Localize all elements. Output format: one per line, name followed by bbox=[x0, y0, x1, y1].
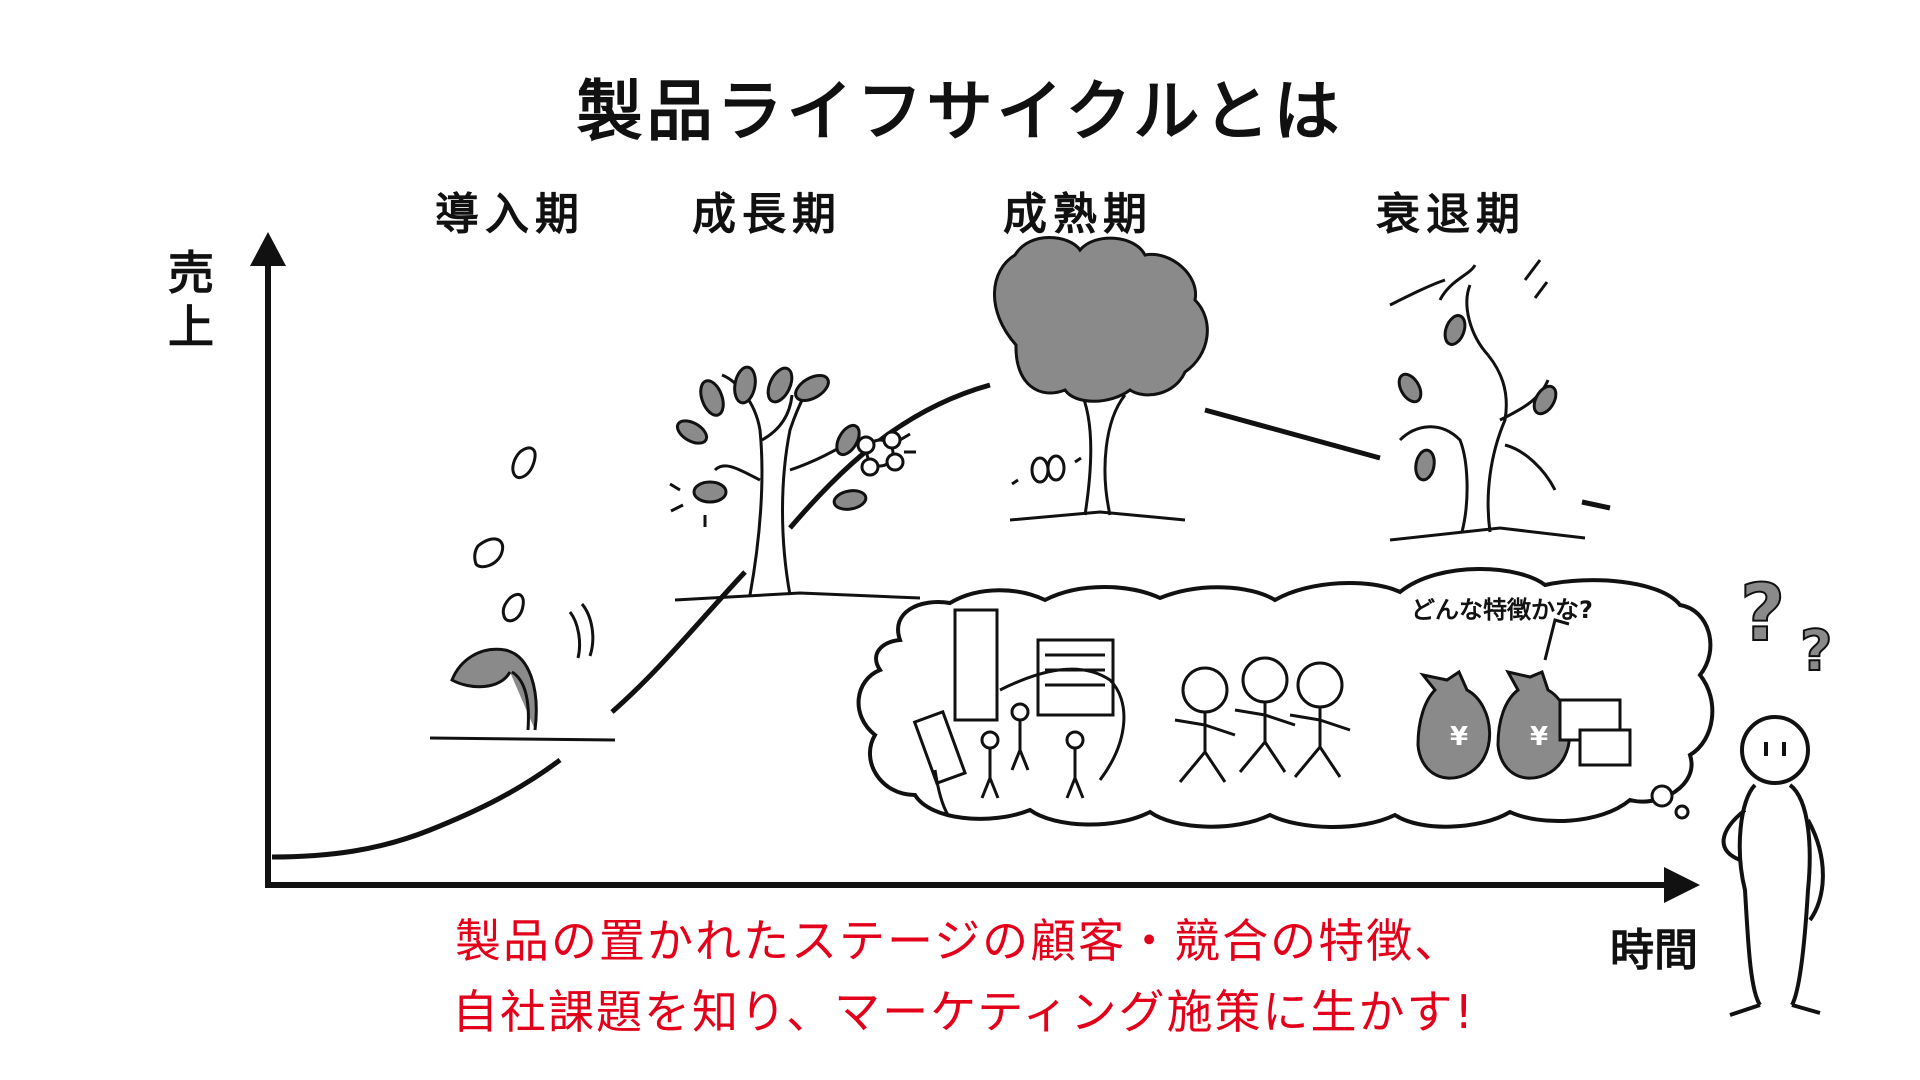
y-axis bbox=[250, 232, 286, 888]
currency-symbol: ¥ bbox=[1450, 722, 1468, 752]
butterfly-icon bbox=[1011, 454, 1082, 486]
thinking-person-icon bbox=[1721, 715, 1825, 1017]
svg-text:?: ? bbox=[1740, 569, 1785, 659]
blooming-tree-icon bbox=[993, 236, 1209, 522]
bird-icon bbox=[669, 480, 728, 527]
message-line-1: 製品の置かれたステージの顧客・競合の特徴、 bbox=[455, 914, 1463, 968]
withered-tree-icon bbox=[1389, 259, 1586, 542]
thought-bubble-dot bbox=[1650, 784, 1674, 808]
seed-icon bbox=[473, 446, 537, 623]
thought-bubble-dot bbox=[1674, 804, 1690, 820]
question-mark-icon: ? ? bbox=[1739, 568, 1833, 685]
x-axis bbox=[266, 867, 1700, 903]
svg-text:?: ? bbox=[1800, 619, 1832, 684]
sales-curve bbox=[271, 757, 562, 860]
sales-curve-2 bbox=[610, 570, 747, 714]
flower-icon bbox=[856, 430, 916, 477]
sprout-icon bbox=[429, 603, 616, 742]
lifecycle-illustration: 製品ライフサイクルとは 導入期 成長期 成熟期 衰退期 売上 時間 ? ? ¥ … bbox=[0, 0, 1920, 1080]
sales-curve-4 bbox=[1204, 407, 1381, 461]
thought-bubble-text: どんな特徴かな? bbox=[1411, 596, 1593, 624]
sales-curve-5 bbox=[1581, 499, 1611, 511]
message-line-2: 自社課題を知り、マーケティング施策に生かす! bbox=[452, 985, 1475, 1039]
currency-symbol: ¥ bbox=[1530, 722, 1548, 752]
